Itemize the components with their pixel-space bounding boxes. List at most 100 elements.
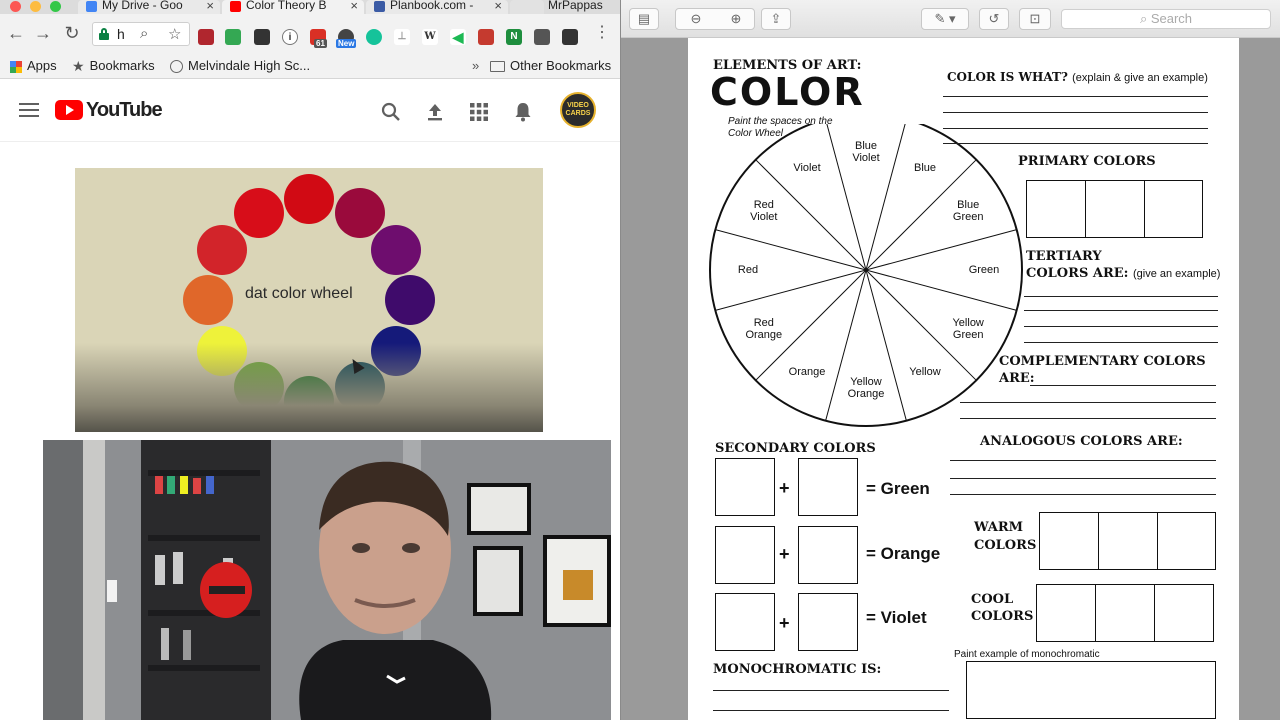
color-is-what-note: (explain & give an example)	[1072, 72, 1208, 84]
tertiary-heading-line2: COLORS ARE: (give an example)	[1026, 266, 1220, 281]
tertiary-heading: TERTIARY	[1026, 249, 1102, 264]
secondary-box	[798, 526, 858, 584]
webcam-scene-image	[43, 440, 611, 720]
zoom-in-icon[interactable]: ⊕	[716, 11, 756, 27]
bookmarks-bar: Apps ★ Bookmarks Melvindale High Sc... » …	[0, 54, 620, 79]
camera-extension-icon[interactable]: New	[336, 29, 357, 48]
address-bar[interactable]: h ⌕ ☆	[92, 22, 190, 46]
back-arrow-icon[interactable]: ←	[5, 22, 27, 44]
answer-line	[1024, 342, 1218, 343]
worksheet-page: ELEMENTS OF ART: COLOR Paint the spaces …	[688, 38, 1239, 720]
browser-toolbar: ← → ↻ h ⌕ ☆ i 61 New ⊥ W ◀ N ⋮	[0, 14, 620, 54]
notifications-bell-icon[interactable]	[511, 100, 535, 124]
secondary-result-orange: = Orange	[866, 544, 941, 563]
tab-planbook[interactable]: Planbook.com - ×	[366, 0, 508, 14]
zoom-out-icon[interactable]: ⊖	[676, 11, 716, 27]
lock-icon	[99, 28, 109, 40]
minimize-window-button[interactable]	[30, 1, 41, 12]
answer-line	[1030, 385, 1216, 386]
plus-sign: +	[779, 478, 790, 498]
folder-icon	[490, 61, 505, 73]
search-field[interactable]: ⌕ Search	[1061, 9, 1271, 29]
color-dot	[183, 275, 233, 325]
answer-line	[950, 478, 1216, 479]
extension-icon[interactable]	[198, 29, 214, 45]
share-button[interactable]: ⇪	[761, 8, 791, 30]
secondary-result-green: = Green	[866, 479, 930, 498]
cool-colors-boxes	[1036, 584, 1214, 642]
bookmark-apps[interactable]: Apps	[10, 58, 57, 73]
search-icon: ⌕	[1139, 11, 1151, 26]
pin-extension-icon[interactable]: ⊥	[394, 29, 410, 45]
grammarly-icon[interactable]	[366, 29, 382, 45]
forward-arrow-icon[interactable]: →	[32, 22, 54, 44]
warm-heading: WARM	[974, 520, 1024, 535]
primary-colors-heading: PRIMARY COLORS	[1018, 154, 1156, 169]
more-menu-icon[interactable]: ⋮	[591, 22, 613, 44]
warm-colors-boxes	[1039, 512, 1216, 570]
bookmark-melvindale[interactable]: Melvindale High Sc...	[170, 58, 311, 74]
zoom-window-button[interactable]	[50, 1, 61, 12]
answer-line	[950, 494, 1216, 495]
plus-sign: +	[779, 613, 790, 633]
close-window-button[interactable]	[10, 1, 21, 12]
tab-color-theory[interactable]: Color Theory B ×	[222, 0, 364, 14]
cool-heading-line2: COLORS	[971, 609, 1034, 624]
wheel-label: Red Violet	[750, 199, 778, 223]
other-bookmarks[interactable]: Other Bookmarks	[490, 58, 611, 73]
bookmark-bookmarks[interactable]: ★ Bookmarks	[72, 58, 155, 75]
close-tab-icon[interactable]: ×	[494, 0, 502, 12]
answer-line	[943, 96, 1208, 97]
close-tab-icon[interactable]: ×	[206, 0, 214, 12]
wheel-label: Yellow	[909, 366, 941, 379]
video-player[interactable]: dat color wheel	[75, 168, 543, 432]
upload-icon[interactable]	[423, 100, 447, 124]
profile-name[interactable]: MrPappas	[548, 0, 603, 12]
complementary-heading: COMPLEMENTARY COLORS	[999, 354, 1206, 369]
search-icon[interactable]	[379, 100, 403, 124]
share-icon: ⇪	[770, 11, 782, 26]
bookmark-label: Melvindale High Sc...	[188, 58, 311, 73]
apps-grid-icon[interactable]	[467, 100, 491, 124]
toolbox-button[interactable]: ⊡	[1019, 8, 1051, 30]
markup-button[interactable]: ✎ ▾	[921, 8, 969, 30]
secondary-heading: SECONDARY COLORS	[715, 441, 876, 456]
webcam-feed	[43, 440, 611, 720]
new-tab-button[interactable]	[510, 0, 544, 14]
youtube-logo-icon[interactable]	[55, 100, 83, 120]
cool-heading: COOL	[971, 592, 1014, 607]
audio-icon[interactable]: ◀	[450, 29, 466, 45]
reader-extension-icon[interactable]	[562, 29, 578, 45]
tag-extension-icon[interactable]	[534, 29, 550, 45]
adblock-extension-icon[interactable]: 61	[310, 29, 327, 48]
wikipedia-icon[interactable]: W	[422, 29, 438, 45]
google-drive-icon	[86, 1, 97, 12]
n-extension-icon[interactable]: N	[506, 29, 522, 45]
sidebar-toggle-button[interactable]: ▤	[629, 8, 659, 30]
bookmarks-overflow-icon[interactable]: »	[472, 58, 479, 73]
reload-icon[interactable]: ↻	[61, 22, 83, 44]
hamburger-menu-icon[interactable]	[19, 103, 39, 119]
channel-avatar[interactable]: VIDEO CARDS	[560, 92, 596, 128]
youtube-logo-text[interactable]: YouTube	[86, 99, 163, 122]
preview-toolbar: ▤ ⊖ ⊕ ⇪ ✎ ▾ ↺ ⊡ ⌕ Search	[621, 0, 1280, 38]
school-icon	[170, 60, 183, 74]
info-extension-icon[interactable]: i	[282, 29, 298, 45]
wheel-label: Yellow Green	[952, 317, 984, 341]
wheel-label: Orange	[788, 366, 826, 379]
new-badge: New	[336, 39, 357, 48]
pen-icon: ✎ ▾	[934, 11, 956, 26]
mask-extension-icon[interactable]	[254, 29, 270, 45]
zoom-icon[interactable]: ⌕	[140, 25, 148, 42]
apps-grid-icon	[10, 60, 22, 73]
bookmark-star-icon[interactable]: ☆	[168, 25, 181, 43]
youtube-header: YouTube VIDEO CARDS	[0, 80, 620, 142]
tab-my-drive[interactable]: My Drive - Goo ×	[78, 0, 220, 14]
avatar-text: VIDEO CARDS	[565, 102, 591, 117]
close-tab-icon[interactable]: ×	[350, 0, 358, 12]
rotate-button[interactable]: ↺	[979, 8, 1009, 30]
music-extension-icon[interactable]	[478, 29, 494, 45]
secondary-box	[715, 593, 775, 651]
drive-extension-icon[interactable]	[225, 29, 241, 45]
bookmark-label: Bookmarks	[89, 58, 155, 73]
